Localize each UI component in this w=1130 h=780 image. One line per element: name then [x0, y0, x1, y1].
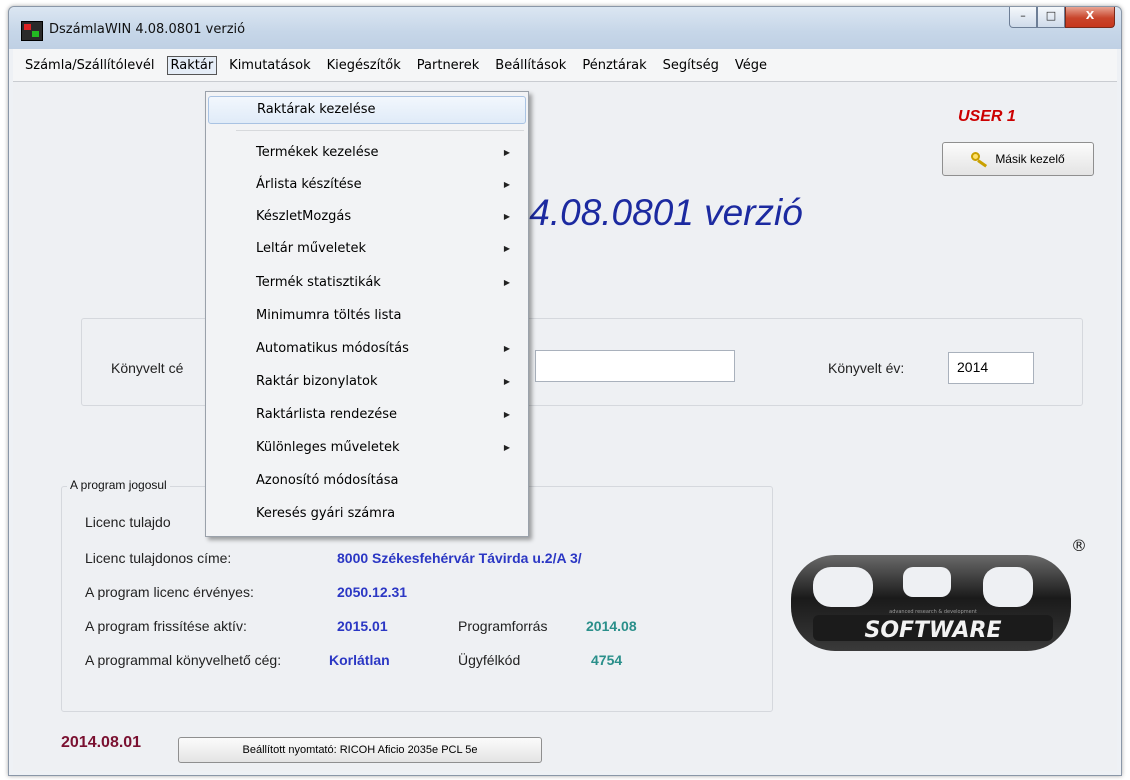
logo-r-hole: [903, 567, 951, 597]
other-operator-label: Másik kezelő: [995, 152, 1065, 166]
title-bar[interactable]: DszámlaWIN 4.08.0801 verzió – □ X: [9, 7, 1121, 49]
license-address-value: 8000 Székesfehérvár Távirda u.2/A 3/: [337, 550, 582, 566]
menu-item-label: Minimumra töltés lista: [256, 308, 402, 323]
menu-penztarak[interactable]: Pénztárak: [574, 56, 654, 75]
menu-item-termek-statisztikak[interactable]: Termék statisztikák ▶: [208, 269, 526, 297]
main-area: USER 1 Másik kezelő DszámlaWIN 4.08.0801…: [13, 82, 1117, 771]
menu-separator: [236, 130, 524, 131]
menu-item-label: Raktár bizonylatok: [256, 374, 378, 389]
submenu-arrow-icon: ▶: [503, 180, 510, 189]
version-title-text: N 4.08.0801 verzió: [492, 192, 803, 233]
date-label: 2014.08.01: [61, 734, 142, 751]
source-label: Programforrás: [458, 618, 548, 634]
submenu-arrow-icon: ▶: [503, 148, 510, 157]
maximize-button[interactable]: □: [1037, 7, 1065, 28]
logo-tiny-text: advanced research & development: [889, 609, 977, 615]
menu-item-arlista-keszitese[interactable]: Árlista készítése ▶: [208, 171, 526, 199]
menu-item-kulonleges-muveletek[interactable]: Különleges műveletek ▶: [208, 434, 526, 462]
raktar-dropdown-menu: Raktárak kezelése Termékek kezelése ▶ Árl…: [205, 91, 529, 537]
license-owner-label: Licenc tulajdo: [85, 514, 171, 530]
app-icon[interactable]: [21, 21, 43, 41]
menu-item-label: Leltár műveletek: [256, 241, 366, 256]
update-value: 2015.01: [337, 618, 388, 634]
menu-item-azonosito-modositasa[interactable]: Azonosító módosítása: [208, 467, 526, 495]
minimize-button[interactable]: –: [1009, 7, 1037, 28]
submenu-arrow-icon: ▶: [503, 278, 510, 287]
companies-label: A programmal könyvelhető cég:: [85, 652, 282, 668]
window-title: DszámlaWIN 4.08.0801 verzió: [49, 22, 246, 37]
logo-software-text: SOFTWARE: [864, 618, 1001, 643]
company-field[interactable]: [535, 350, 735, 382]
year-field[interactable]: 2014: [948, 352, 1034, 384]
submenu-arrow-icon: ▶: [503, 344, 510, 353]
client-code-value: 4754: [591, 652, 623, 668]
menu-item-label: KészletMozgás: [256, 209, 352, 224]
menu-vege[interactable]: Vége: [727, 56, 775, 75]
companies-value: Korlátlan: [329, 652, 390, 668]
menu-item-label: Keresés gyári számra: [256, 506, 396, 521]
menu-raktar[interactable]: Raktár: [166, 55, 218, 75]
submenu-arrow-icon: ▶: [503, 212, 510, 221]
menu-beallitasok[interactable]: Beállítások: [487, 56, 574, 75]
menu-item-kereses-gyari-szamra[interactable]: Keresés gyári számra: [208, 500, 526, 528]
update-label: A program frissítése aktív:: [85, 618, 247, 634]
menu-item-label: Automatikus módosítás: [256, 341, 409, 356]
key-icon: [971, 152, 989, 166]
ard-software-logo: SOFTWARE advanced research & development…: [791, 536, 1087, 651]
submenu-arrow-icon: ▶: [503, 410, 510, 419]
printer-button[interactable]: Beállított nyomtató: RICOH Aficio 2035e …: [178, 737, 542, 763]
menu-item-label: Azonosító módosítása: [256, 473, 399, 488]
client-code-label: Ügyfélkód: [458, 652, 521, 668]
year-label: Könyvelt év:: [828, 360, 905, 376]
menu-partnerek[interactable]: Partnerek: [409, 56, 488, 75]
menu-bar: Számla/Szállítólevél Raktár Kimutatások …: [13, 49, 1117, 82]
menu-item-label: Termékek kezelése: [256, 145, 379, 160]
company-label: Könyvelt cé: [111, 360, 184, 376]
submenu-arrow-icon: ▶: [503, 443, 510, 452]
menu-item-label: Raktárak kezelése: [257, 102, 376, 117]
user-label: USER 1: [958, 108, 1016, 125]
logo-registered-mark: ®: [1071, 536, 1087, 555]
menu-segitseg[interactable]: Segítség: [655, 56, 727, 75]
license-group-title: A program jogosul: [67, 478, 170, 492]
license-valid-label: A program licenc érvényes:: [85, 584, 254, 600]
close-button[interactable]: X: [1065, 7, 1115, 28]
menu-item-automatikus-modositas[interactable]: Automatikus módosítás ▶: [208, 335, 526, 363]
window-controls: – □ X: [1009, 7, 1115, 29]
menu-kiegeszitok[interactable]: Kiegészítők: [319, 56, 409, 75]
menu-item-label: Termék statisztikák: [256, 275, 381, 290]
other-operator-button[interactable]: Másik kezelő: [942, 142, 1094, 176]
menu-szamla[interactable]: Számla/Szállítólevél: [17, 56, 163, 75]
source-value: 2014.08: [586, 618, 637, 634]
submenu-arrow-icon: ▶: [503, 244, 510, 253]
menu-item-label: Árlista készítése: [256, 177, 362, 192]
license-valid-value: 2050.12.31: [337, 584, 408, 600]
menu-item-keszletmozgas[interactable]: KészletMozgás ▶: [208, 203, 526, 231]
menu-item-raktarlista-rendezese[interactable]: Raktárlista rendezése ▶: [208, 401, 526, 429]
menu-item-raktar-bizonylatok[interactable]: Raktár bizonylatok ▶: [208, 368, 526, 396]
menu-item-termekek-kezelese[interactable]: Termékek kezelése ▶: [208, 139, 526, 167]
menu-item-minimumra-toltes[interactable]: Minimumra töltés lista: [208, 302, 526, 330]
menu-item-label: Különleges műveletek: [256, 440, 400, 455]
menu-item-raktarak-kezelese[interactable]: Raktárak kezelése: [208, 96, 526, 124]
submenu-arrow-icon: ▶: [503, 377, 510, 386]
menu-kimutatasok[interactable]: Kimutatások: [221, 56, 318, 75]
menu-item-label: Raktárlista rendezése: [256, 407, 397, 422]
logo-d-hole: [983, 567, 1033, 607]
license-address-label: Licenc tulajdonos címe:: [85, 550, 232, 566]
app-window: DszámlaWIN 4.08.0801 verzió – □ X Számla…: [8, 6, 1122, 776]
menu-item-leltar-muveletek[interactable]: Leltár műveletek ▶: [208, 235, 526, 263]
logo-a-hole: [813, 567, 873, 607]
